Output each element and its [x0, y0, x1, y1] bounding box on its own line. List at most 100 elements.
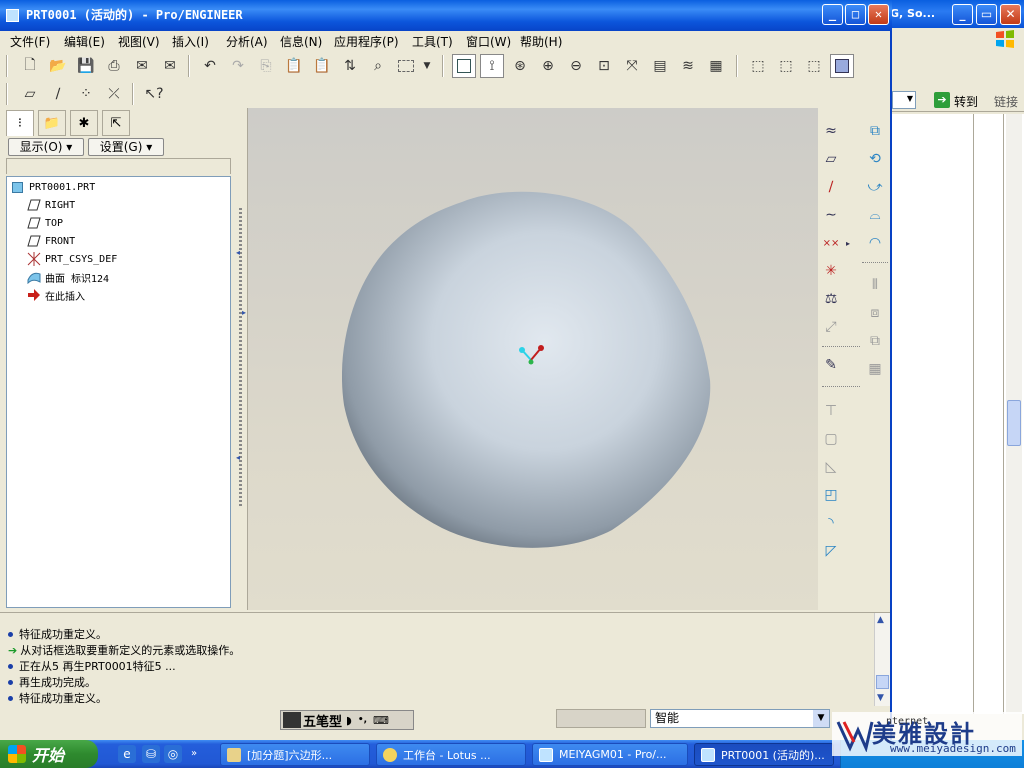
datum-plane-tool-icon[interactable]: ▱ [820, 148, 842, 170]
find-icon[interactable]: ⌕ [366, 54, 390, 78]
background-window-titlebar[interactable]: G, So... _ ▭ ✕ [890, 0, 1024, 28]
tree-item-part[interactable]: PRT0001.PRT [11, 179, 95, 195]
task-button[interactable]: 工作台 - Lotus ... [376, 743, 526, 766]
menu-help[interactable]: 帮助(H) [520, 33, 562, 50]
address-dropdown[interactable]: ▼ [892, 91, 916, 109]
datum-point-tool-icon[interactable]: ⨯⨯ [820, 232, 842, 254]
wireframe-icon[interactable]: ⬚ [746, 54, 770, 78]
restore-icon[interactable]: ▭ [976, 4, 997, 25]
menu-edit[interactable]: 编辑(E) [64, 33, 105, 50]
sketch-tool-icon[interactable]: ✎ [820, 354, 842, 376]
view-manager-icon[interactable]: ▦ [704, 54, 728, 78]
go-button[interactable]: 转到 [954, 93, 978, 110]
trim-tool-icon[interactable]: ⧉ [864, 330, 886, 352]
menu-applications[interactable]: 应用程序(P) [334, 33, 399, 50]
spin-center-icon[interactable]: ⊛ [508, 54, 532, 78]
mirror-tool-icon[interactable]: ⫴ [864, 274, 886, 296]
shading-icon[interactable] [830, 54, 854, 78]
mail-attach-icon[interactable]: ✉ [158, 54, 182, 78]
ime-mode-label[interactable]: 五笔型 [303, 711, 342, 730]
connections-tab-icon[interactable]: ⇱ [102, 110, 130, 136]
menu-view[interactable]: 视图(V) [118, 33, 160, 50]
redo-icon[interactable]: ↷ [226, 54, 250, 78]
new-file-icon[interactable]: 🗋 [18, 54, 42, 78]
close-icon[interactable]: ✕ [1000, 4, 1021, 25]
start-button[interactable]: 开始 [0, 740, 98, 768]
datum-axis-display-icon[interactable]: ∕ [46, 82, 70, 106]
hole-tool-icon[interactable]: ⊤ [820, 400, 842, 422]
quicklaunch-more-icon[interactable]: » [188, 745, 200, 763]
links-label[interactable]: 链接 [994, 93, 1018, 110]
halfwidth-icon[interactable]: ◗ [346, 714, 352, 727]
analysis-feature-icon[interactable]: ⚖ [820, 288, 842, 310]
paste-icon[interactable]: 📋 [282, 54, 306, 78]
datum-point-display-icon[interactable]: ⁘ [74, 82, 98, 106]
tree-item-right[interactable]: RIGHT [27, 197, 75, 213]
model-tree-tab-icon[interactable]: ⁝ [6, 110, 34, 136]
ie-icon[interactable]: e [118, 745, 136, 763]
menu-insert[interactable]: 插入(I) [172, 33, 209, 50]
zoom-in-icon[interactable]: ⊕ [536, 54, 560, 78]
expand-arrow-icon[interactable]: ▸ [242, 308, 246, 317]
reorient-icon[interactable]: ⤧ [620, 54, 644, 78]
ime-switch-icon[interactable] [283, 712, 301, 728]
title-bar[interactable]: PRT0001 (活动的) - Pro/ENGINEER _ □ ✕ [0, 0, 892, 31]
csys-tool-icon[interactable]: ✳ [820, 260, 842, 282]
menu-info[interactable]: 信息(N) [280, 33, 322, 50]
tree-item-csys[interactable]: PRT_CSYS_DEF [27, 251, 117, 267]
maximize-icon[interactable]: □ [845, 4, 866, 25]
tree-item-front[interactable]: FRONT [27, 233, 75, 249]
media-icon[interactable]: ⛁ [142, 745, 160, 763]
minimize-icon[interactable]: _ [952, 4, 973, 25]
show-dropdown-button[interactable]: 显示(O) ▾ [8, 138, 84, 156]
copy-icon[interactable]: ⎘ [254, 54, 278, 78]
favorites-tab-icon[interactable]: ✱ [70, 110, 98, 136]
boundary-blend-icon[interactable]: ◠ [864, 232, 886, 254]
save-icon[interactable]: 💾 [74, 54, 98, 78]
message-scrollbar[interactable]: ▲ ▼ [874, 613, 890, 707]
panel-splitter[interactable]: ◂ ▸ ◂ [236, 108, 248, 610]
zoom-out-icon[interactable]: ⊖ [564, 54, 588, 78]
context-help-icon[interactable]: ↖? [142, 82, 166, 106]
merge-tool-icon[interactable]: ⧈ [864, 302, 886, 324]
tree-item-surface[interactable]: 曲面 标识124 [27, 269, 109, 285]
chamfer-tool-icon[interactable]: ◸ [820, 540, 842, 562]
repaint-icon[interactable] [452, 54, 476, 78]
task-button[interactable]: [加分题]六边形... [220, 743, 370, 766]
regenerate-icon[interactable]: ⇅ [338, 54, 362, 78]
rib-tool-icon[interactable]: ◺ [820, 456, 842, 478]
print-icon[interactable]: ⎙ [102, 54, 126, 78]
task-button[interactable]: MEIYAGM01 - Pro/... [532, 743, 688, 766]
selection-filter-dropdown[interactable]: 智能 ▼ [650, 709, 830, 728]
menu-analysis[interactable]: 分析(A) [226, 33, 268, 50]
extrude-tool-icon[interactable]: ⧉ [864, 120, 886, 142]
reference-tool-icon[interactable]: ⤢ [820, 316, 842, 338]
pattern-tool-icon[interactable]: ▦ [864, 358, 886, 380]
menu-window[interactable]: 窗口(W) [466, 33, 511, 50]
datum-plane-display-icon[interactable]: ▱ [18, 82, 42, 106]
round-tool-icon[interactable]: ◝ [820, 512, 842, 534]
go-arrow-icon[interactable]: ➔ [934, 92, 950, 108]
surface-model[interactable] [342, 190, 712, 552]
orient-mode-icon[interactable]: ⟟ [480, 54, 504, 78]
collapse-arrow-icon[interactable]: ◂ [236, 453, 240, 462]
scroll-thumb[interactable] [1007, 400, 1021, 446]
punctuation-icon[interactable]: •, [358, 715, 367, 725]
undo-icon[interactable]: ↶ [198, 54, 222, 78]
draft-tool-icon[interactable]: ◰ [820, 484, 842, 506]
firefox-icon[interactable]: ◎ [164, 745, 182, 763]
datum-axis-tool-icon[interactable]: ∕ [820, 176, 842, 198]
task-button-active[interactable]: PRT0001 (活动的)... [694, 743, 834, 766]
no-hidden-icon[interactable]: ⬚ [802, 54, 826, 78]
flyout-arrow-icon[interactable]: ▸ [842, 232, 854, 254]
open-folder-icon[interactable]: 📂 [46, 54, 70, 78]
close-icon[interactable]: ✕ [868, 4, 889, 25]
chevron-down-icon[interactable]: ▼ [813, 710, 829, 727]
datum-curve-tool-icon[interactable]: ∼ [820, 204, 842, 226]
layers-icon[interactable]: ≋ [676, 54, 700, 78]
revolve-tool-icon[interactable]: ⟲ [864, 148, 886, 170]
folder-browser-tab-icon[interactable]: 📁 [38, 110, 66, 136]
tree-item-insert-here[interactable]: 在此插入 [27, 287, 85, 303]
paste-special-icon[interactable]: 📋 [310, 54, 334, 78]
minimize-icon[interactable]: _ [822, 4, 843, 25]
